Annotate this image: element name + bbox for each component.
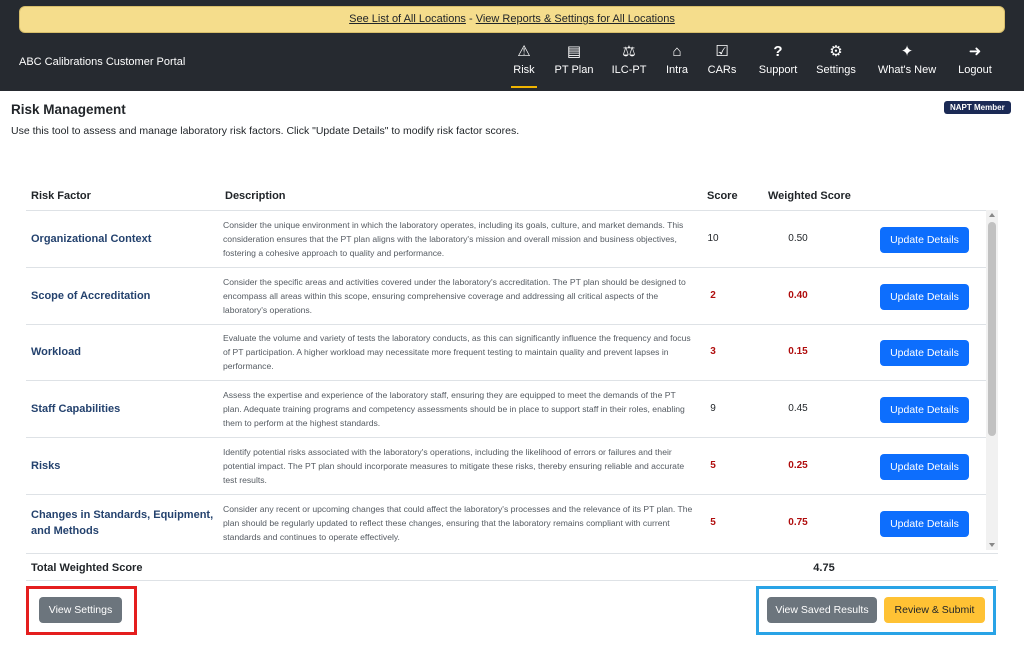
page-title: Risk Management — [11, 102, 126, 117]
all-locations-link[interactable]: See List of All Locations — [349, 13, 466, 25]
nav-label: ILC-PT — [611, 64, 647, 76]
nav-label: PT Plan — [554, 64, 594, 76]
nav-label: Intra — [665, 64, 688, 76]
gears-icon: ⚙ — [829, 43, 843, 60]
review-submit-button[interactable]: Review & Submit — [884, 597, 985, 623]
risk-factor-name: Organizational Context — [31, 233, 152, 245]
membership-badge: NAPT Member — [944, 101, 1011, 114]
scale-icon: ⚖ — [622, 43, 636, 60]
nav-what-s-new[interactable]: ✦ What's New — [874, 42, 940, 86]
update-details-button[interactable]: Update Details — [880, 283, 969, 310]
table-row: Risks Identify potential risks associated… — [26, 438, 986, 495]
nav-label: CARs — [707, 64, 737, 76]
nav-label: Logout — [958, 64, 992, 76]
active-tab-indicator — [511, 86, 537, 88]
nav-pt-plan[interactable]: ▤ PT Plan — [551, 42, 597, 86]
table-row: Organizational Context Consider the uniqu… — [26, 211, 986, 268]
risk-factor-description: Assess the expertise and experience of t… — [223, 390, 685, 429]
update-details-button[interactable]: Update Details — [880, 397, 969, 424]
table-header: Risk Factor Description Score Weighted S… — [26, 182, 998, 210]
warning-icon: ⚠ — [517, 43, 531, 60]
scroll-up-icon[interactable] — [989, 213, 995, 217]
total-label: Total Weighted Score — [31, 562, 143, 574]
total-row: Total Weighted Score 4.75 — [26, 553, 998, 581]
view-settings-button[interactable]: View Settings — [39, 597, 122, 623]
risk-score: 9 — [710, 403, 716, 415]
table-row: Scope of Accreditation Consider the speci… — [26, 268, 986, 325]
risk-score: 3 — [710, 346, 716, 358]
weighted-score: 0.45 — [788, 403, 808, 415]
nav-settings[interactable]: ⚙ Settings — [811, 42, 861, 86]
top-navbar: See List of All Locations - View Reports… — [0, 0, 1024, 91]
table-row: Changes in Standards, Equipment, and Met… — [26, 495, 986, 551]
question-icon: ? — [773, 43, 783, 60]
risk-factor-name: Staff Capabilities — [31, 403, 121, 416]
nav-cars[interactable]: ☑ CARs — [704, 42, 740, 86]
nav-label: Support — [758, 64, 798, 76]
risk-factor-description: Consider any recent or upcoming changes … — [223, 503, 693, 542]
risk-score: 5 — [710, 516, 716, 528]
weighted-score: 0.40 — [788, 289, 808, 301]
risk-factor-name: Workload — [31, 346, 81, 359]
weighted-score: 0.15 — [788, 346, 808, 358]
risk-factor-name: Scope of Accreditation — [31, 289, 151, 302]
total-value: 4.75 — [813, 562, 835, 574]
nav-intra[interactable]: ⌂ Intra — [662, 42, 692, 86]
all-reports-link[interactable]: View Reports & Settings for All Location… — [476, 13, 675, 25]
logout-icon: ➜ — [968, 43, 982, 60]
risk-factor-description: Identify potential risks associated with… — [223, 446, 685, 485]
scroll-thumb[interactable] — [988, 222, 996, 436]
weighted-score: 0.25 — [788, 459, 808, 471]
table-row: Workload Evaluate the volume and variety … — [26, 324, 986, 382]
table-row: Staff Capabilities Assess the expertise a… — [26, 381, 986, 439]
nav-label: Risk — [513, 64, 535, 76]
scroll-down-icon[interactable] — [989, 543, 995, 547]
risk-score: 5 — [710, 459, 716, 471]
nav-ilc-pt[interactable]: ⚖ ILC-PT — [606, 42, 652, 86]
location-banner: See List of All Locations - View Reports… — [19, 6, 1005, 33]
risk-table-body[interactable]: Organizational Context Consider the uniqu… — [26, 210, 998, 550]
banner-separator: - — [465, 13, 476, 25]
header-risk-factor: Risk Factor — [31, 190, 91, 202]
risk-factor-description: Consider the specific areas and activiti… — [223, 276, 686, 315]
nav-support[interactable]: ? Support — [752, 42, 804, 86]
header-description: Description — [225, 190, 286, 202]
checkbox-icon: ☑ — [715, 43, 729, 60]
document-icon: ▤ — [566, 43, 582, 60]
nav-label: What's New — [877, 64, 937, 76]
view-saved-results-button[interactable]: View Saved Results — [767, 597, 877, 623]
update-details-button[interactable]: Update Details — [880, 510, 969, 537]
weighted-score: 0.75 — [788, 516, 808, 528]
update-details-button[interactable]: Update Details — [880, 340, 969, 367]
nav-label: Settings — [816, 64, 856, 76]
nav-logout[interactable]: ➜ Logout — [952, 42, 998, 86]
risk-factor-name: Changes in Standards, Equipment, and Met… — [31, 508, 214, 537]
sparkle-icon: ✦ — [900, 43, 914, 60]
brand-title[interactable]: ABC Calibrations Customer Portal — [19, 56, 185, 68]
risk-score: 10 — [707, 233, 719, 244]
header-score: Score — [707, 190, 738, 202]
update-details-button[interactable]: Update Details — [880, 453, 969, 480]
nav-risk[interactable]: ⚠ Risk — [511, 42, 537, 88]
compass-icon: ⌂ — [672, 43, 682, 60]
table-scrollbar[interactable] — [986, 210, 998, 550]
risk-factor-name: Risks — [31, 459, 61, 472]
risk-factor-description: Evaluate the volume and variety of tests… — [223, 333, 691, 372]
risk-score: 2 — [710, 289, 716, 301]
weighted-score: 0.50 — [788, 233, 808, 244]
header-weighted-score: Weighted Score — [768, 190, 851, 202]
page-description: Use this tool to assess and manage labor… — [11, 125, 520, 137]
update-details-button[interactable]: Update Details — [880, 227, 969, 253]
risk-factor-description: Consider the unique environment in which… — [223, 220, 684, 258]
